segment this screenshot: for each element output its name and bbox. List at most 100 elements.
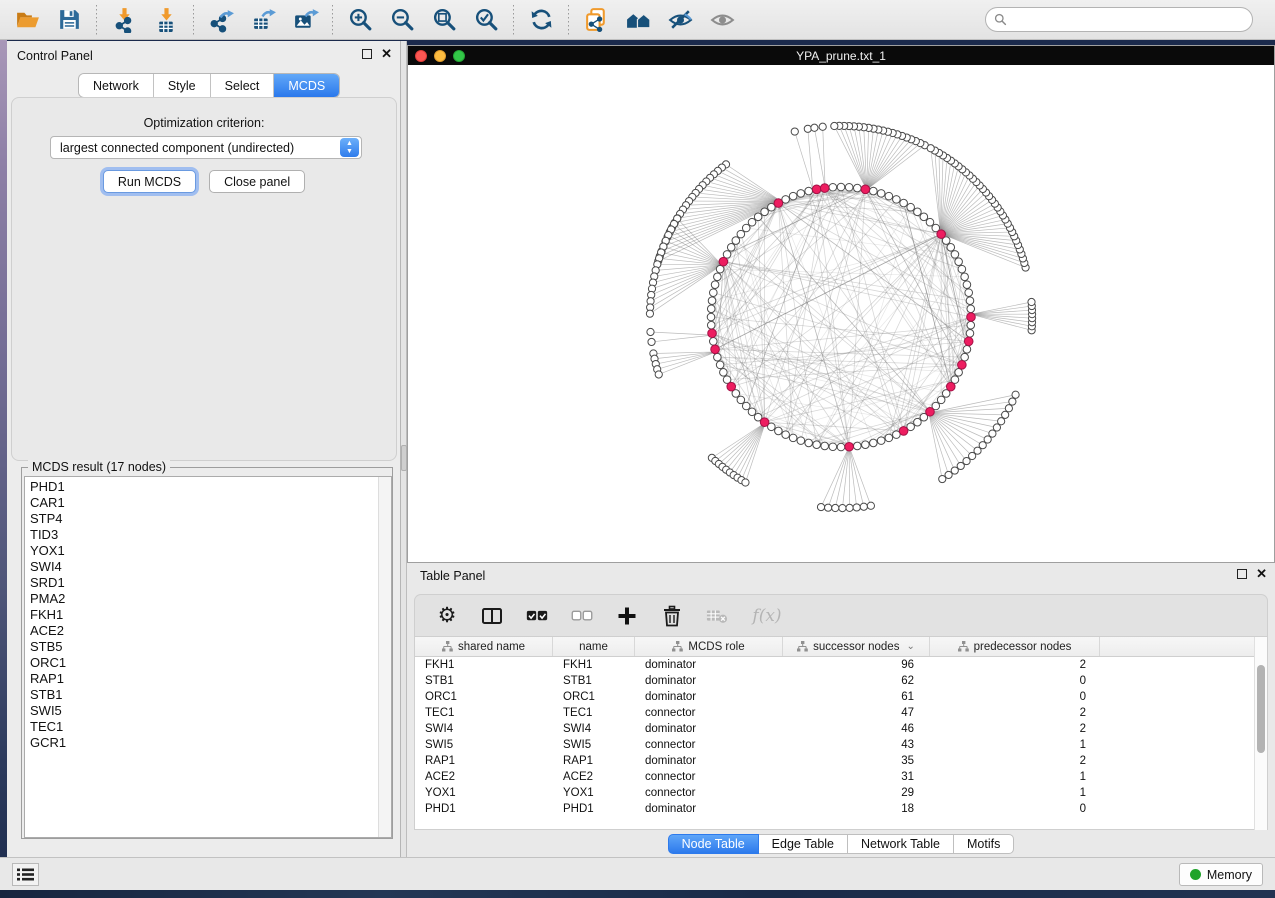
delete-column-button[interactable]: [660, 604, 684, 628]
graph-node[interactable]: [837, 443, 845, 451]
tab-select[interactable]: Select: [211, 74, 275, 97]
float-table-panel-icon[interactable]: [1237, 569, 1247, 579]
graph-leaf-node[interactable]: [655, 371, 662, 378]
graph-node[interactable]: [955, 369, 963, 377]
mcds-node[interactable]: [946, 382, 955, 391]
graph-leaf-node[interactable]: [998, 418, 1005, 425]
graph-leaf-node[interactable]: [939, 475, 946, 482]
graph-leaf-node[interactable]: [867, 502, 874, 509]
table-row[interactable]: ACE2ACE2connector311: [415, 769, 1267, 785]
graph-node[interactable]: [797, 190, 805, 198]
graph-node[interactable]: [737, 396, 745, 404]
table-row[interactable]: FKH1FKH1dominator962: [415, 657, 1267, 673]
import-table-button[interactable]: [145, 3, 187, 37]
graph-node[interactable]: [710, 338, 718, 346]
import-network-button[interactable]: [103, 3, 145, 37]
mcds-result-scrollbar[interactable]: [378, 477, 391, 837]
show-all-button[interactable]: [701, 3, 743, 37]
graph-node[interactable]: [920, 213, 928, 221]
graph-node[interactable]: [914, 418, 922, 426]
run-mcds-button[interactable]: Run MCDS: [103, 170, 196, 193]
graph-node[interactable]: [707, 313, 715, 321]
mcds-node[interactable]: [727, 382, 736, 391]
graph-node[interactable]: [775, 427, 783, 435]
graph-node[interactable]: [742, 402, 750, 410]
column-header-successor-nodes[interactable]: successor nodes⌄: [783, 637, 930, 656]
zoom-out-button[interactable]: [381, 3, 423, 37]
graph-leaf-node[interactable]: [1005, 405, 1012, 412]
graph-node[interactable]: [789, 192, 797, 200]
graph-node[interactable]: [716, 265, 724, 273]
mcds-result-item[interactable]: GCR1: [30, 735, 66, 751]
zoom-selected-button[interactable]: [465, 3, 507, 37]
export-network-button[interactable]: [200, 3, 242, 37]
graph-node[interactable]: [748, 218, 756, 226]
search-input[interactable]: [1012, 13, 1244, 27]
graph-node[interactable]: [761, 208, 769, 216]
graph-node[interactable]: [805, 187, 813, 195]
table-row[interactable]: SWI5SWI5connector431: [415, 737, 1267, 753]
add-column-button[interactable]: [615, 604, 639, 628]
graph-leaf-node[interactable]: [817, 503, 824, 510]
copy-network-button[interactable]: [575, 3, 617, 37]
graph-leaf-node[interactable]: [811, 124, 818, 131]
mcds-result-item[interactable]: STP4: [30, 511, 66, 527]
mcds-result-list[interactable]: PHD1CAR1STP4TID3YOX1SWI4SRD1PMA2FKH1ACE2…: [24, 476, 392, 838]
graph-node[interactable]: [885, 434, 893, 442]
graph-node[interactable]: [958, 265, 966, 273]
mcds-result-item[interactable]: ORC1: [30, 655, 66, 671]
graph-node[interactable]: [853, 184, 861, 192]
graph-node[interactable]: [710, 289, 718, 297]
graph-node[interactable]: [789, 434, 797, 442]
mcds-result-item[interactable]: SRD1: [30, 575, 66, 591]
tab-node-table[interactable]: Node Table: [668, 834, 759, 854]
graph-leaf-node[interactable]: [825, 504, 832, 511]
graph-node[interactable]: [716, 361, 724, 369]
deselect-all-rows-button[interactable]: [570, 604, 594, 628]
graph-node[interactable]: [732, 237, 740, 245]
graph-node[interactable]: [963, 346, 971, 354]
graph-node[interactable]: [782, 431, 790, 439]
graph-node[interactable]: [754, 213, 762, 221]
graph-node[interactable]: [720, 369, 728, 377]
mcds-result-item[interactable]: TEC1: [30, 719, 66, 735]
table-row[interactable]: SWI4SWI4dominator462: [415, 721, 1267, 737]
mcds-node[interactable]: [958, 361, 967, 370]
column-settings-button[interactable]: ⚙: [435, 604, 459, 628]
graph-leaf-node[interactable]: [1012, 391, 1019, 398]
mcds-result-item[interactable]: FKH1: [30, 607, 66, 623]
graph-node[interactable]: [805, 439, 813, 447]
graph-node[interactable]: [707, 321, 715, 329]
mcds-result-item[interactable]: STB1: [30, 687, 66, 703]
graph-node[interactable]: [877, 437, 885, 445]
save-session-button[interactable]: [48, 3, 90, 37]
graph-node[interactable]: [727, 244, 735, 252]
window-close-icon[interactable]: [415, 50, 427, 62]
graph-leaf-node[interactable]: [791, 128, 798, 135]
tab-network-table[interactable]: Network Table: [848, 834, 954, 854]
graph-node[interactable]: [914, 208, 922, 216]
tab-network[interactable]: Network: [79, 74, 154, 97]
graph-leaf-node[interactable]: [831, 122, 838, 129]
graph-node[interactable]: [926, 218, 934, 226]
graph-node[interactable]: [829, 443, 837, 451]
graph-node[interactable]: [870, 187, 878, 195]
graph-node[interactable]: [947, 244, 955, 252]
graph-node[interactable]: [837, 183, 845, 191]
mcds-node[interactable]: [820, 184, 829, 193]
graph-node[interactable]: [967, 321, 975, 329]
zoom-fit-button[interactable]: [423, 3, 465, 37]
tab-motifs[interactable]: Motifs: [954, 834, 1014, 854]
graph-leaf-node[interactable]: [646, 310, 653, 317]
graph-node[interactable]: [845, 183, 853, 191]
refresh-button[interactable]: [520, 3, 562, 37]
graph-node[interactable]: [708, 297, 716, 305]
graph-node[interactable]: [961, 353, 969, 361]
tab-mcds[interactable]: MCDS: [274, 74, 339, 97]
graph-node[interactable]: [829, 183, 837, 191]
graph-node[interactable]: [963, 281, 971, 289]
column-header-predecessor-nodes[interactable]: predecessor nodes: [930, 637, 1100, 656]
memory-button[interactable]: Memory: [1179, 863, 1263, 886]
graph-node[interactable]: [967, 305, 975, 313]
mcds-node[interactable]: [774, 199, 783, 208]
